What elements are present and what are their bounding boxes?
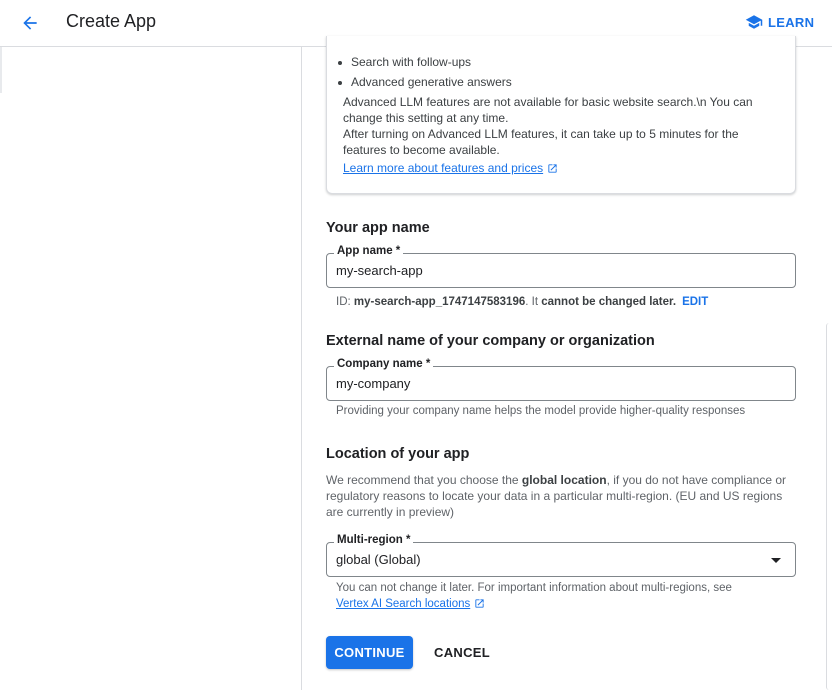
- company-name-value: my-company: [336, 376, 411, 391]
- panel-divider: [301, 47, 302, 690]
- page-title: Create App: [66, 11, 157, 31]
- learn-more-row: Learn more about features and prices: [343, 160, 773, 176]
- location-desc-bold: global location: [521, 473, 607, 487]
- learn-more-link[interactable]: Learn more about features and prices: [343, 161, 543, 175]
- vertex-locations-link[interactable]: Vertex AI Search locations: [336, 598, 470, 610]
- edit-app-id-button[interactable]: EDIT: [682, 296, 708, 308]
- features-availability-note: After turning on Advanced LLM features, …: [343, 127, 739, 157]
- app-id-warning: cannot be changed later.: [541, 296, 677, 308]
- back-button[interactable]: [16, 9, 44, 37]
- cancel-button[interactable]: CANCEL: [430, 636, 494, 669]
- app-name-field[interactable]: App name * my-search-app: [326, 245, 796, 288]
- multi-region-value: global (Global): [336, 552, 421, 567]
- multi-region-select[interactable]: Multi-region * global (Global): [326, 534, 796, 577]
- location-desc-start: We recommend that you choose the: [326, 473, 522, 487]
- app-name-value: my-search-app: [336, 263, 423, 278]
- open-in-new-icon: [475, 599, 484, 608]
- arrow-back-icon: [23, 16, 37, 30]
- app-id-helper: ID: my-search-app_1747147583196. It cann…: [336, 296, 708, 308]
- open-in-new-icon: [548, 164, 557, 173]
- feature-bullet: Advanced generative answers: [338, 75, 512, 89]
- multi-region-label: Multi-region *: [334, 534, 414, 546]
- location-section-title: Location of your app: [326, 446, 470, 462]
- app-id-value: my-search-app_1747147583196: [353, 296, 526, 308]
- app-name-label: App name *: [334, 245, 404, 257]
- school-icon: [745, 15, 763, 29]
- left-panel-edge: [0, 47, 2, 93]
- features-note: Advanced LLM features are not available …: [343, 95, 753, 125]
- app-id-prefix: ID:: [336, 296, 354, 308]
- app-id-suffix: . It: [525, 296, 542, 308]
- company-section-title: External name of your company or organiz…: [326, 333, 655, 349]
- learn-button[interactable]: LEARN: [745, 13, 814, 31]
- dropdown-arrow-icon: [771, 558, 781, 563]
- learn-label: LEARN: [768, 14, 815, 30]
- continue-button[interactable]: CONTINUE: [326, 636, 413, 669]
- multi-region-helper: You can not change it later. For importa…: [336, 582, 732, 594]
- company-name-field[interactable]: Company name * my-company: [326, 358, 796, 401]
- app-name-section-title: Your app name: [326, 220, 430, 236]
- feature-bullet: Search with follow-ups: [337, 55, 472, 69]
- scrollbar-thumb[interactable]: [826, 323, 832, 690]
- location-description: We recommend that you choose the global …: [326, 472, 788, 520]
- company-helper: Providing your company name helps the mo…: [336, 405, 746, 417]
- company-name-label: Company name *: [334, 358, 434, 370]
- locations-link-row: Vertex AI Search locations: [336, 598, 485, 610]
